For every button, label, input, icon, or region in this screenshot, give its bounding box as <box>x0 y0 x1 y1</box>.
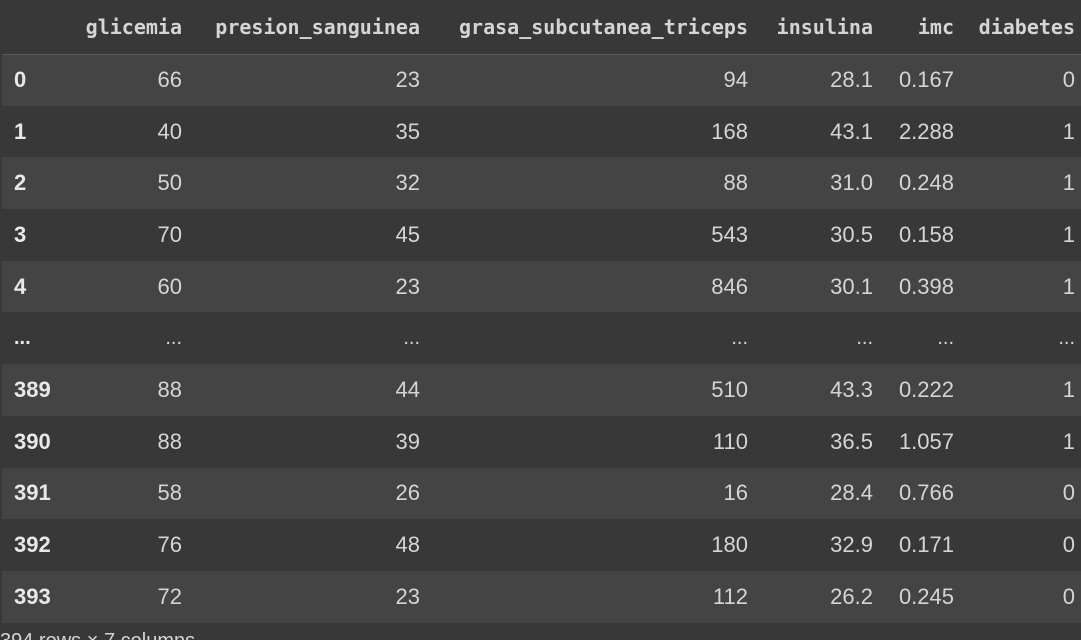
row-index-cell: 390 <box>14 428 51 454</box>
table-cell: 26 <box>395 480 420 506</box>
table-cell: 60 <box>157 273 182 299</box>
row-index-cell: 2 <box>14 170 27 196</box>
row-index-cell: 4 <box>14 273 27 299</box>
table-cell: 45 <box>395 221 420 247</box>
table-cell: 0.167 <box>898 67 954 93</box>
table-cell: ... <box>403 326 420 349</box>
table-cell: 2.288 <box>898 118 954 144</box>
table-cell: 72 <box>157 583 182 609</box>
table-cell: 30.1 <box>830 273 873 299</box>
table-cell: ... <box>856 326 873 349</box>
table-cell: ... <box>937 326 954 349</box>
row-index-cell: 0 <box>14 67 27 93</box>
row-index-cell: 391 <box>14 480 51 506</box>
table-cell: 112 <box>712 583 748 609</box>
table-cell: 0.398 <box>898 273 954 299</box>
table-cell: 28.4 <box>830 480 873 506</box>
table-cell: 43.1 <box>830 118 873 144</box>
table-row: 4 60 23 846 30.1 0.398 1 <box>2 260 1081 313</box>
table-cell: 31.0 <box>830 170 873 196</box>
table-cell: 35 <box>395 118 420 144</box>
table-cell: 32.9 <box>830 532 873 558</box>
dataframe-shape-footer: 394 rows × 7 columns <box>0 630 195 640</box>
table-cell: 0 <box>1062 480 1075 506</box>
table-cell: 28.1 <box>830 67 873 93</box>
table-cell: 0.766 <box>898 480 954 506</box>
table-row: 389 88 44 510 43.3 0.222 1 <box>2 364 1081 416</box>
table-cell: 36.5 <box>830 428 873 454</box>
table-cell: 0 <box>1062 532 1075 558</box>
table-cell: 1 <box>1062 376 1075 402</box>
table-row: 393 72 23 112 26.2 0.245 0 <box>2 570 1081 623</box>
row-index-cell: 3 <box>14 221 27 247</box>
table-cell: 26.2 <box>830 583 873 609</box>
table-row: 391 58 26 16 28.4 0.766 0 <box>2 467 1081 520</box>
table-row: 0 66 23 94 28.1 0.167 0 <box>2 54 1081 106</box>
table-cell: ... <box>1058 326 1075 349</box>
table-cell: ... <box>165 326 182 349</box>
table-cell: 30.5 <box>830 221 873 247</box>
dataframe-table: glicemia presion_sanguinea grasa_subcuta… <box>2 0 1081 623</box>
table-cell: 846 <box>711 273 748 299</box>
table-cell: 168 <box>711 118 748 144</box>
table-cell: 1 <box>1062 273 1075 299</box>
column-header-insulina: insulina <box>754 0 879 55</box>
table-cell: 88 <box>723 170 748 196</box>
row-index-cell: 393 <box>14 583 51 609</box>
table-cell: 0.158 <box>898 221 954 247</box>
column-header-diabetes: diabetes <box>960 0 1081 55</box>
table-cell: 70 <box>157 221 182 247</box>
table-cell: 48 <box>395 532 420 558</box>
table-cell: 23 <box>395 583 420 609</box>
row-index-cell: 389 <box>14 376 51 402</box>
table-cell: 39 <box>395 428 420 454</box>
table-cell: 0 <box>1062 67 1075 93</box>
table-cell: 50 <box>157 170 182 196</box>
table-cell: 76 <box>157 532 182 558</box>
table-cell: 43.3 <box>830 376 873 402</box>
table-cell: 66 <box>157 67 182 93</box>
table-cell: 23 <box>395 67 420 93</box>
table-row: 2 50 32 88 31.0 0.248 1 <box>2 157 1081 210</box>
table-cell: 1 <box>1062 118 1075 144</box>
table-cell: 0 <box>1062 583 1075 609</box>
table-cell: 23 <box>395 273 420 299</box>
table-cell: 110 <box>712 428 748 454</box>
column-header-presion-sanguinea: presion_sanguinea <box>188 0 426 55</box>
table-cell: 1 <box>1062 428 1075 454</box>
table-row: 392 76 48 180 32.9 0.171 0 <box>2 519 1081 571</box>
table-cell: 543 <box>711 221 748 247</box>
table-cell: 88 <box>157 376 182 402</box>
table-cell: 510 <box>711 376 748 402</box>
table-row: 390 88 39 110 36.5 1.057 1 <box>2 415 1081 468</box>
table-cell: ... <box>731 326 748 349</box>
table-row: 1 40 35 168 43.1 2.288 1 <box>2 105 1081 158</box>
ellipsis-row: ..................... <box>2 312 1081 365</box>
table-cell: 1.057 <box>898 428 954 454</box>
table-cell: 0.245 <box>898 583 954 609</box>
table-cell: 180 <box>711 532 748 558</box>
row-index-cell: 1 <box>14 118 27 144</box>
row-index-cell: 392 <box>14 532 51 558</box>
row-index-cell: ... <box>14 326 31 349</box>
table-cell: 16 <box>723 480 748 506</box>
table-cell: 0.248 <box>898 170 954 196</box>
table-cell: 44 <box>395 376 420 402</box>
table-cell: 0.171 <box>898 532 954 558</box>
table-cell: 0.222 <box>898 376 954 402</box>
table-cell: 1 <box>1062 221 1075 247</box>
table-cell: 40 <box>157 118 182 144</box>
table-cell: 32 <box>395 170 420 196</box>
column-header-imc: imc <box>879 0 960 55</box>
table-cell: 94 <box>723 67 748 93</box>
column-header-grasa-subcutanea-triceps: grasa_subcutanea_triceps <box>426 0 754 55</box>
column-header-index <box>2 0 66 55</box>
table-cell: 58 <box>157 480 182 506</box>
table-row: 3 70 45 543 30.5 0.158 1 <box>2 209 1081 261</box>
table-cell: 1 <box>1062 170 1075 196</box>
column-header-glicemia: glicemia <box>66 0 188 55</box>
table-cell: 88 <box>157 428 182 454</box>
header-row: glicemia presion_sanguinea grasa_subcuta… <box>2 0 1081 55</box>
